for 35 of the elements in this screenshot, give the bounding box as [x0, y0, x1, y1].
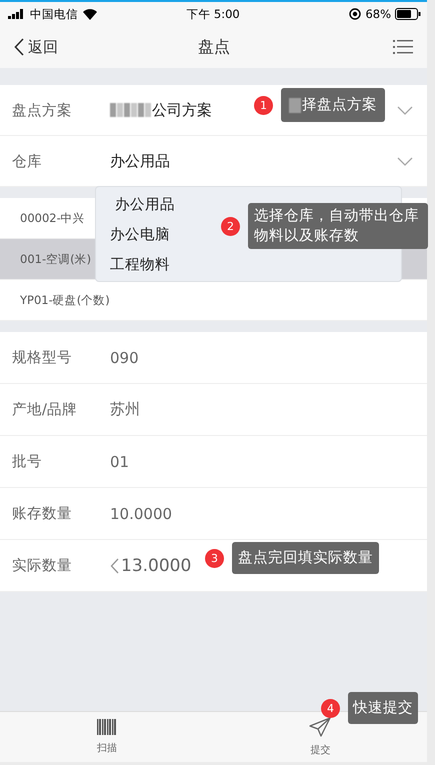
callout-tooltip: 择盘点方案: [281, 88, 385, 122]
field-value: 10.0000: [110, 504, 172, 522]
field-label: 账存数量: [12, 505, 73, 523]
field-label: 实际数量: [12, 556, 73, 575]
field-value: 01: [110, 452, 130, 470]
barcode-icon: [97, 719, 116, 735]
quantity-field[interactable]: 13.0000: [110, 554, 192, 578]
tab-button[interactable]: 扫描: [0, 712, 214, 762]
blurred-text: [110, 103, 151, 117]
battery-percent: 68%: [365, 7, 391, 21]
field-label: 规格型号: [12, 349, 73, 367]
carrier-name: 中国电信: [30, 6, 78, 22]
dropdown-option[interactable]: 工程物料: [96, 249, 401, 279]
back-chevron-icon: [14, 38, 24, 56]
status-time: 下午 5:00: [185, 6, 241, 22]
decrease-chevron-icon: [110, 558, 119, 574]
signal-icon: [8, 9, 26, 19]
blurred-text: [289, 98, 301, 112]
dropdown-chevron-icon: [397, 106, 413, 114]
field-label: 产地/品牌: [12, 401, 78, 419]
wifi-icon: [82, 8, 98, 20]
battery-icon: [395, 8, 421, 20]
callout-tooltip: 快速提交: [348, 692, 418, 724]
step-badge: 4: [321, 698, 340, 718]
menu-button[interactable]: [393, 40, 413, 54]
back-button[interactable]: 返回: [14, 38, 58, 56]
callout-tooltip: 盘点完回填实际数量: [232, 542, 379, 574]
page-title: 盘点: [197, 36, 231, 58]
send-icon: [309, 717, 332, 737]
field-label: 批号: [12, 453, 43, 471]
dropdown-chevron-icon: [397, 156, 413, 166]
field-value: 090: [110, 348, 139, 366]
menu-icon: [393, 40, 413, 54]
callout-tooltip: 选择仓库，自动带出仓库物料以及账存数: [248, 203, 428, 249]
field-value: 苏州: [110, 400, 140, 419]
